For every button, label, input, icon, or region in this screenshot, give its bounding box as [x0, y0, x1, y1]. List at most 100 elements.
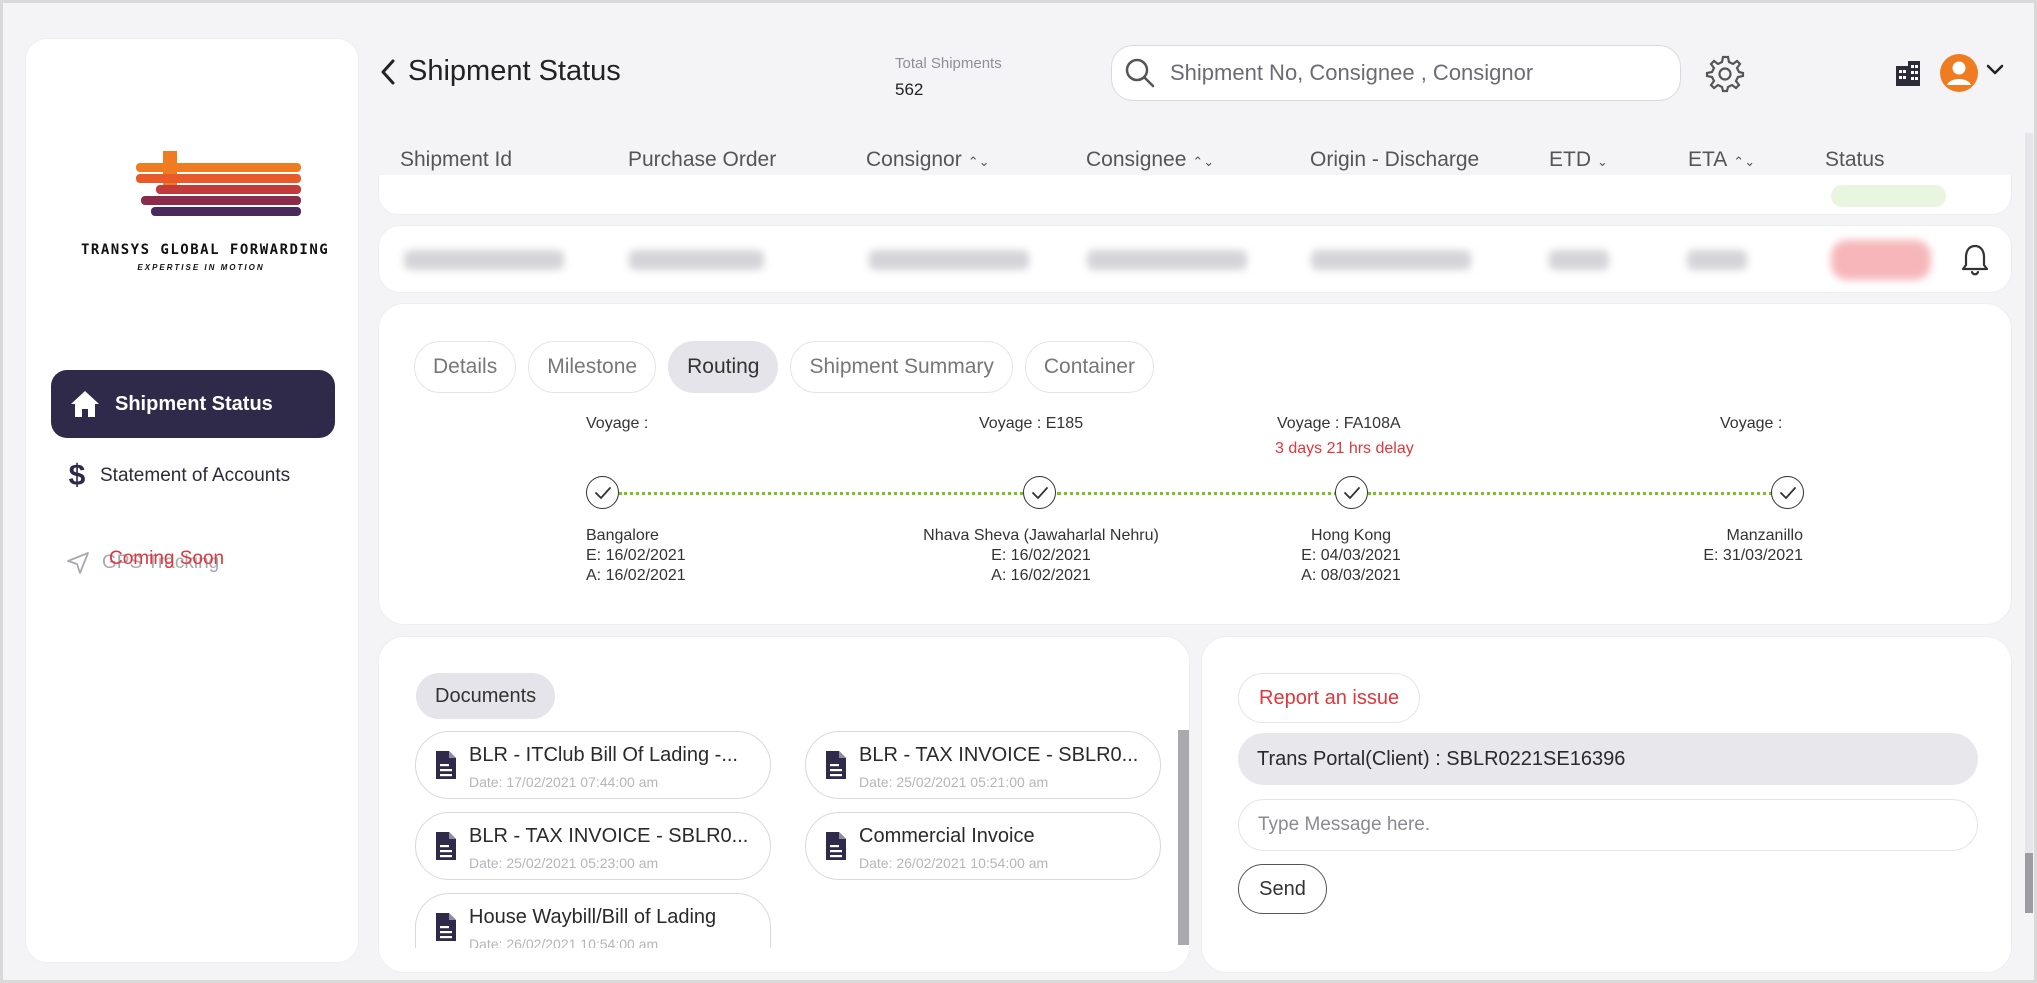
column-header-shipment-id[interactable]: Shipment Id — [400, 148, 512, 172]
redacted-cell — [404, 250, 564, 270]
chevron-down-icon[interactable] — [1986, 63, 2004, 77]
stop-name: Manzanillo — [1726, 527, 1803, 544]
home-icon — [71, 391, 99, 417]
file-icon — [436, 832, 456, 860]
document-date: Date: 26/02/2021 10:54:00 am — [859, 855, 1049, 871]
sidebar-item-shipment-status[interactable]: Shipment Status — [51, 370, 335, 438]
stop-info-hong-kong: Hong Kong E: 04/03/2021 A: 08/03/2021 — [1291, 526, 1411, 586]
settings-gear-icon[interactable] — [1705, 53, 1745, 93]
stop-name: Bangalore — [586, 527, 659, 544]
status-badge — [1831, 240, 1931, 280]
file-icon — [826, 751, 846, 779]
document-item[interactable]: BLR - TAX INVOICE - SBLR0... Date: 25/02… — [415, 812, 771, 880]
document-item[interactable]: BLR - ITClub Bill Of Lading -... Date: 1… — [415, 731, 771, 799]
bell-icon[interactable] — [1959, 242, 1991, 278]
document-name: BLR - TAX INVOICE - SBLR0... — [859, 744, 1139, 766]
back-button[interactable]: Shipment Status — [378, 55, 621, 88]
tab-shipment-summary[interactable]: Shipment Summary — [790, 341, 1013, 393]
column-label: Consignor — [866, 148, 962, 171]
voyage-label: Voyage : FA108A — [1277, 415, 1401, 432]
table-row-partial[interactable] — [378, 175, 2012, 215]
redacted-cell — [1311, 250, 1471, 270]
stop-estimated: E: 04/03/2021 — [1301, 547, 1401, 564]
documents-panel: Documents BLR - ITClub Bill Of Lading -.… — [378, 636, 1190, 973]
sidebar-item-statement-of-accounts[interactable]: $ Statement of Accounts — [66, 459, 290, 493]
user-avatar-icon[interactable] — [1940, 54, 1978, 92]
route-segment — [619, 492, 1023, 495]
document-name: Commercial Invoice — [859, 825, 1035, 847]
document-date: Date: 26/02/2021 10:54:00 am — [469, 936, 659, 948]
message-field — [1238, 799, 1978, 851]
stop-check-icon — [1771, 476, 1804, 509]
redacted-cell — [1087, 250, 1247, 270]
column-header-eta[interactable]: ETA ⌃⌄ — [1688, 148, 1755, 172]
table-header: Shipment Id Purchase Order Consignor ⌃⌄ C… — [3, 148, 2034, 174]
document-name: House Waybill/Bill of Lading — [469, 906, 717, 928]
page-scrollbar-thumb[interactable] — [2025, 853, 2033, 913]
stop-info-manzanillo: Manzanillo E: 31/03/2021 — [1653, 526, 1803, 566]
column-header-purchase-order[interactable]: Purchase Order — [628, 148, 776, 172]
document-item[interactable]: Commercial Invoice Date: 26/02/2021 10:5… — [805, 812, 1161, 880]
coming-soon-label: Coming Soon — [109, 548, 225, 569]
tab-routing[interactable]: Routing — [668, 341, 779, 393]
dollar-icon: $ — [68, 459, 86, 492]
stop-actual: A: 08/03/2021 — [1301, 567, 1401, 584]
tab-details[interactable]: Details — [414, 341, 517, 393]
documents-label: Documents — [416, 673, 556, 719]
stop-estimated: E: 16/02/2021 — [586, 547, 686, 564]
conversation-header: Trans Portal(Client) : SBLR0221SE16396 — [1238, 733, 1978, 785]
status-badge — [1831, 185, 1946, 207]
report-issue-button[interactable]: Report an issue — [1238, 673, 1421, 723]
send-button[interactable]: Send — [1238, 864, 1327, 914]
search-box — [1111, 45, 1681, 101]
column-header-etd[interactable]: ETD ⌄ — [1549, 148, 1608, 172]
app-window: TRANSYS GLOBAL FORWARDING EXPERTISE IN M… — [0, 0, 2037, 983]
route-segment — [1368, 492, 1772, 495]
stop-name: Nhava Sheva (Jawaharlal Nehru) — [923, 527, 1159, 544]
stop-info-nhava-sheva: Nhava Sheva (Jawaharlal Nehru) E: 16/02/… — [907, 526, 1175, 586]
brand-name: TRANSYS GLOBAL FORWARDING — [81, 242, 330, 258]
detail-tabs: Details Milestone Routing Shipment Summa… — [414, 341, 1154, 393]
column-header-consignor[interactable]: Consignor ⌃⌄ — [866, 148, 990, 172]
tab-container[interactable]: Container — [1024, 341, 1154, 393]
stop-info-bangalore: Bangalore E: 16/02/2021 A: 16/02/2021 — [586, 526, 686, 586]
stop-estimated: E: 31/03/2021 — [1703, 547, 1803, 564]
total-shipments-label: Total Shipments — [895, 55, 1002, 72]
file-icon — [436, 913, 456, 941]
brand-tagline: EXPERTISE IN MOTION — [137, 263, 265, 272]
page-scrollbar-track[interactable] — [2025, 133, 2033, 913]
building-icon[interactable] — [1893, 58, 1923, 88]
message-input[interactable] — [1258, 814, 1958, 836]
document-item[interactable]: BLR - TAX INVOICE - SBLR0... Date: 25/02… — [805, 731, 1161, 799]
chevron-left-icon — [381, 59, 395, 84]
stop-actual: A: 16/02/2021 — [991, 567, 1091, 584]
column-header-origin-discharge[interactable]: Origin - Discharge — [1310, 148, 1479, 172]
document-date: Date: 25/02/2021 05:21:00 am — [859, 774, 1049, 790]
documents-scrollbar-thumb[interactable] — [1178, 730, 1189, 945]
document-item[interactable]: House Waybill/Bill of Lading Date: 26/02… — [415, 893, 771, 948]
stop-check-icon — [1335, 476, 1368, 509]
redacted-cell — [869, 250, 1029, 270]
document-name: BLR - ITClub Bill Of Lading -... — [469, 744, 738, 766]
redacted-cell — [1687, 250, 1747, 270]
page-title: Shipment Status — [408, 55, 621, 87]
document-date: Date: 25/02/2021 05:23:00 am — [469, 855, 659, 871]
redacted-cell — [629, 250, 764, 270]
sidebar: TRANSYS GLOBAL FORWARDING EXPERTISE IN M… — [25, 38, 359, 963]
sort-icon: ⌃⌄ — [1733, 154, 1756, 169]
column-label: ETD — [1549, 148, 1591, 171]
table-row[interactable] — [378, 225, 2012, 293]
sort-icon: ⌃⌄ — [1192, 154, 1215, 169]
tab-milestone[interactable]: Milestone — [528, 341, 657, 393]
search-input[interactable] — [1170, 60, 1650, 86]
sort-desc-icon: ⌄ — [1597, 154, 1608, 169]
stop-estimated: E: 16/02/2021 — [991, 547, 1091, 564]
document-name: BLR - TAX INVOICE - SBLR0... — [469, 825, 749, 847]
column-header-consignee[interactable]: Consignee ⌃⌄ — [1086, 148, 1214, 172]
delay-label: 3 days 21 hrs delay — [1275, 440, 1414, 457]
sort-icon: ⌃⌄ — [967, 154, 990, 169]
stop-name: Hong Kong — [1310, 527, 1392, 544]
file-icon — [436, 751, 456, 779]
sidebar-item-label: Shipment Status — [115, 392, 273, 415]
sidebar-item-label: Statement of Accounts — [100, 465, 291, 486]
